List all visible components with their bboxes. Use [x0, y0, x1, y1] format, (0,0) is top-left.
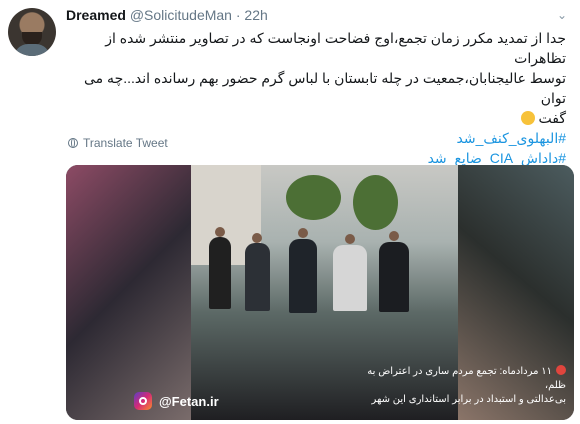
- author-handle[interactable]: @SolicitudeMan: [130, 7, 232, 23]
- tweet-header: Dreamed @SolicitudeMan · 22h: [66, 7, 268, 23]
- author-name[interactable]: Dreamed: [66, 7, 126, 23]
- tweet-media-image[interactable]: ۱۱ مردادماه: تجمع مردم ساری در اعتراض به…: [66, 165, 574, 420]
- emoji-icon: [520, 111, 535, 125]
- tweet-text-line-2: توسط عالیجنابان،جمعیت در چله تابستان با …: [84, 70, 566, 106]
- person: [379, 242, 409, 312]
- person-head: [215, 227, 225, 237]
- person: [245, 243, 270, 311]
- tweet-text-line-3: گفت: [538, 110, 567, 126]
- watermark-text: @Fetan.ir: [159, 393, 219, 409]
- tree: [353, 175, 398, 230]
- header-separator: ·: [235, 7, 241, 23]
- translate-label: Translate Tweet: [83, 136, 168, 150]
- person-head: [345, 234, 355, 244]
- avatar-shirt: [14, 44, 50, 56]
- image-caption: ۱۱ مردادماه: تجمع مردم ساری در اعتراض به…: [346, 365, 566, 407]
- caption-line-1: ۱۱ مردادماه: تجمع مردم ساری در اعتراض به…: [367, 366, 566, 391]
- avatar[interactable]: [8, 8, 56, 56]
- watermark: @Fetan.ir: [134, 392, 219, 410]
- person-head: [298, 228, 308, 238]
- person: [333, 245, 367, 311]
- tweet-time[interactable]: 22h: [244, 7, 267, 23]
- caption-line-2: بی‌عدالتی و استبداد در برابر استانداری ا…: [371, 394, 567, 405]
- person-head: [389, 231, 399, 241]
- person: [289, 239, 317, 313]
- globe-icon: [68, 138, 78, 148]
- instagram-icon: [134, 392, 152, 410]
- blurred-left-panel: [66, 165, 191, 420]
- record-dot: [556, 365, 566, 375]
- translate-tweet-link[interactable]: Translate Tweet: [68, 136, 168, 150]
- person-head: [252, 233, 262, 243]
- tweet-text-line-1: جدا از تمدید مکرر زمان تجمع،اوج فضاحت او…: [105, 30, 566, 66]
- person: [209, 237, 231, 309]
- chevron-down-icon[interactable]: ⌄: [554, 8, 570, 22]
- tree: [286, 175, 341, 220]
